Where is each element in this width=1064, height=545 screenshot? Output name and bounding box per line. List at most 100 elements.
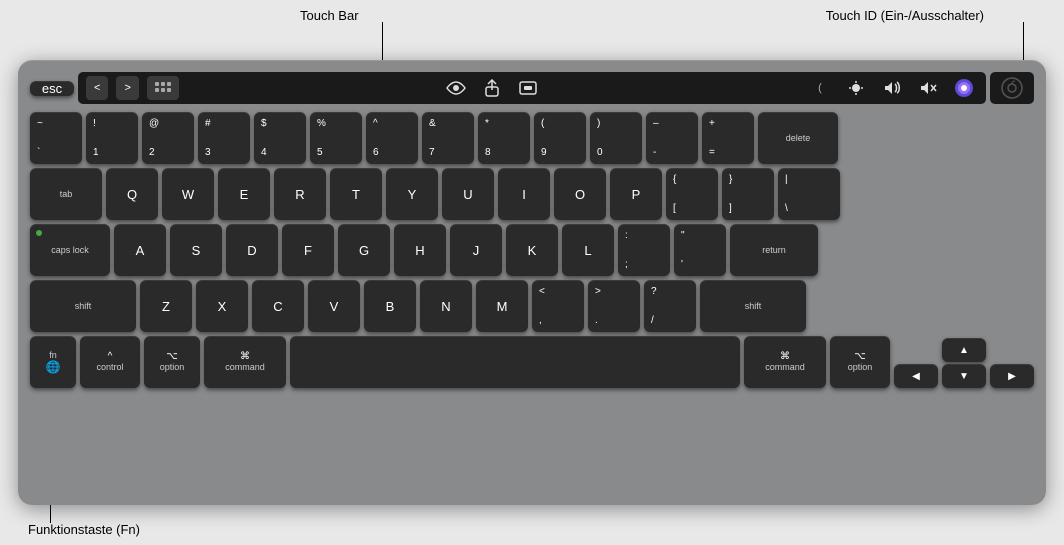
key-3[interactable]: # 3 [198,112,250,164]
key-return[interactable]: return [730,224,818,276]
siri-icon [954,78,974,98]
key-2[interactable]: @ 2 [142,112,194,164]
key-l[interactable]: L [562,224,614,276]
tb-share[interactable] [478,76,506,100]
key-arrow-down[interactable]: ▼ [942,364,986,388]
key-roption[interactable]: ⌥ option [830,336,890,388]
key-w[interactable]: W [162,168,214,220]
key-arrow-left[interactable]: ◀ [894,364,938,388]
key-e[interactable]: E [218,168,270,220]
eye-icon [446,81,466,95]
tb-siri[interactable] [950,76,978,100]
key-z[interactable]: Z [140,280,192,332]
tb-mute[interactable] [914,76,942,100]
key-equals[interactable]: + = [702,112,754,164]
arrow-up-icon: ▲ [959,345,969,356]
key-y[interactable]: Y [386,168,438,220]
key-minus[interactable]: – - [646,112,698,164]
touch-id-key[interactable] [990,72,1034,104]
key-n[interactable]: N [420,280,472,332]
key-fn[interactable]: fn 🌐 [30,336,76,388]
tb-brightness-ctrl[interactable]: ( [806,76,834,100]
key-4[interactable]: $ 4 [254,112,306,164]
tb-volume[interactable] [878,76,906,100]
key-rshift[interactable]: shift [700,280,806,332]
key-space[interactable] [290,336,740,388]
key-comma[interactable]: < , [532,280,584,332]
key-rcommand[interactable]: ⌘ command [744,336,826,388]
key-capslock-label: caps lock [51,245,89,256]
key-8[interactable]: * 8 [478,112,530,164]
key-period[interactable]: > . [588,280,640,332]
key-b[interactable]: B [364,280,416,332]
key-esc-label: esc [42,81,62,96]
key-0[interactable]: ) 0 [590,112,642,164]
tb-window[interactable] [514,76,542,100]
key-lshift-label: shift [75,301,92,312]
key-g[interactable]: G [338,224,390,276]
key-lcommand[interactable]: ⌘ command [204,336,286,388]
key-h[interactable]: H [394,224,446,276]
key-row-numbers: ~ ` ! 1 @ 2 # 3 $ 4 % 5 [30,112,1034,164]
key-k[interactable]: K [506,224,558,276]
key-loption[interactable]: ⌥ option [144,336,200,388]
key-quote[interactable]: " ' [674,224,726,276]
key-s[interactable]: S [170,224,222,276]
tb-forward[interactable]: > [116,76,138,100]
key-esc[interactable]: esc [30,81,74,96]
tb-back[interactable]: < [86,76,108,100]
touch-id-annotation: Touch ID (Ein-/Ausschalter) [826,8,984,23]
fn-annotation: Funktionstaste (Fn) [28,522,140,537]
key-u[interactable]: U [442,168,494,220]
key-fn-globe-icon: 🌐 [46,360,61,374]
key-arrow-right[interactable]: ▶ [990,364,1034,388]
key-t[interactable]: T [330,168,382,220]
key-control[interactable]: ^ control [80,336,140,388]
key-backslash[interactable]: | \ [778,168,840,220]
key-p[interactable]: P [610,168,662,220]
grid-icon [155,82,171,94]
key-5[interactable]: % 5 [310,112,362,164]
key-a[interactable]: A [114,224,166,276]
key-q[interactable]: Q [106,168,158,220]
key-r[interactable]: R [274,168,326,220]
tb-grid[interactable] [147,76,179,100]
key-arrow-up[interactable]: ▲ [942,338,986,362]
key-semicolon[interactable]: : ; [618,224,670,276]
key-rcommand-label: command [765,362,805,373]
key-f[interactable]: F [282,224,334,276]
key-lshift[interactable]: shift [30,280,136,332]
key-1[interactable]: ! 1 [86,112,138,164]
key-rbrace[interactable]: } ] [722,168,774,220]
key-x[interactable]: X [196,280,248,332]
keys-area: ~ ` ! 1 @ 2 # 3 $ 4 % 5 [30,112,1034,388]
key-tab[interactable]: tab [30,168,102,220]
key-j[interactable]: J [450,224,502,276]
arrow-row-top: ▲ [894,338,1034,362]
key-c[interactable]: C [252,280,304,332]
key-d[interactable]: D [226,224,278,276]
key-9[interactable]: ( 9 [534,112,586,164]
key-rshift-label: shift [745,301,762,312]
key-capslock[interactable]: caps lock [30,224,110,276]
touch-bar-annotation: Touch Bar [300,8,359,23]
key-loption-label: option [160,362,185,373]
key-v[interactable]: V [308,280,360,332]
key-control-label: control [96,362,123,373]
key-delete[interactable]: delete [758,112,838,164]
key-6[interactable]: ^ 6 [366,112,418,164]
arrow-cluster: ▲ ◀ ▼ ▶ [894,338,1034,388]
tb-eye[interactable] [442,76,470,100]
key-o[interactable]: O [554,168,606,220]
tb-brightness[interactable] [842,76,870,100]
arrow-row-bottom: ◀ ▼ ▶ [894,364,1034,388]
key-row-asdf: caps lock A S D F G H J K L : ; " ' retu… [30,224,1034,276]
key-lbrace[interactable]: { [ [666,168,718,220]
key-m[interactable]: M [476,280,528,332]
key-backtick[interactable]: ~ ` [30,112,82,164]
arrow-down-icon: ▼ [959,371,969,382]
key-slash[interactable]: ? / [644,280,696,332]
key-7[interactable]: & 7 [422,112,474,164]
brightness-icon [848,80,864,96]
key-i[interactable]: I [498,168,550,220]
